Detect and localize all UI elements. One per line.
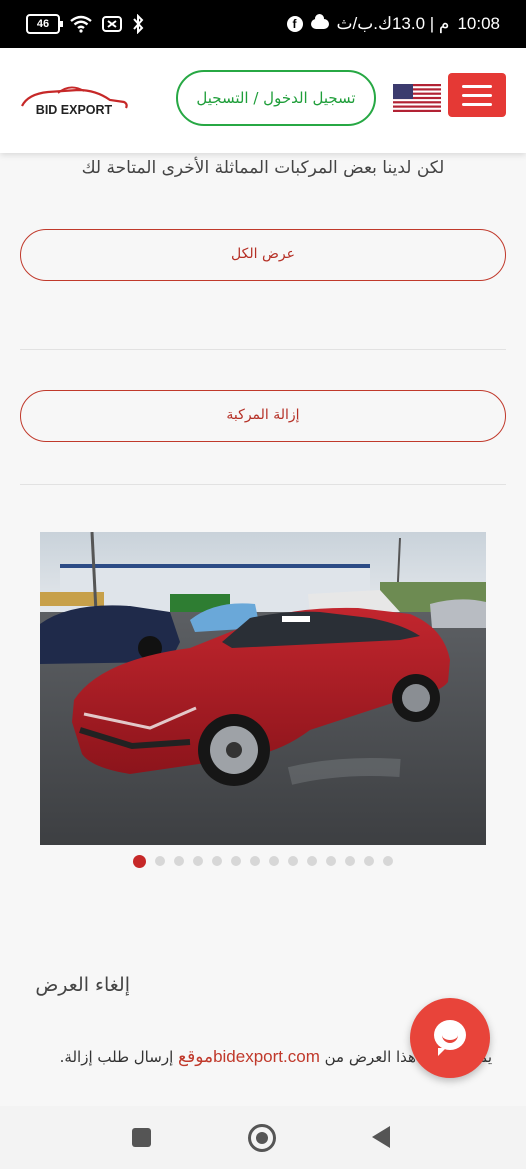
gallery-dot[interactable] <box>174 856 184 866</box>
android-nav-bar <box>0 1106 526 1169</box>
gallery-dot[interactable] <box>307 856 317 866</box>
bid-export-logo[interactable]: BID EXPORT <box>18 84 130 124</box>
logo-text: BID EXPORT <box>36 103 113 117</box>
view-all-button[interactable]: عرض الكل <box>20 229 506 281</box>
network-speed: م | 13.0ك.ب/ث <box>336 14 450 33</box>
chat-button[interactable] <box>410 998 490 1078</box>
gallery-dot[interactable] <box>133 855 146 868</box>
status-right: f م | 13.0ك.ب/ث 10:08 <box>286 14 500 34</box>
chat-icon <box>434 1020 466 1056</box>
remove-vehicle-button[interactable]: إزالة المركبة <box>20 390 506 442</box>
gallery-dot[interactable] <box>193 856 203 866</box>
no-sim-icon <box>102 16 122 32</box>
cloud-icon <box>310 14 329 29</box>
gallery-dot[interactable] <box>288 856 298 866</box>
status-left: 46 <box>26 14 144 34</box>
clock: 10:08 <box>457 14 500 33</box>
gallery-dot[interactable] <box>269 856 279 866</box>
wifi-icon <box>70 15 92 33</box>
gallery-dot[interactable] <box>345 856 355 866</box>
battery-icon: 46 <box>26 14 63 34</box>
cancel-offer-title: إلغاء العرض <box>35 974 130 996</box>
gallery-dot[interactable] <box>250 856 260 866</box>
facebook-icon: f <box>286 16 303 32</box>
gallery-dot[interactable] <box>212 856 222 866</box>
similar-vehicles-notice: لكن لدينا بعض المركبات المماثلة الأخرى ا… <box>81 158 445 178</box>
login-register-button[interactable]: تسجيل الدخول / التسجيل <box>176 70 376 126</box>
status-bar: 46 f م | 13.0ك.ب/ث 10:08 <box>0 0 526 48</box>
gallery-dot[interactable] <box>383 856 393 866</box>
home-icon[interactable] <box>248 1124 276 1152</box>
divider <box>20 484 506 485</box>
gallery-dot[interactable] <box>231 856 241 866</box>
back-icon[interactable] <box>372 1126 390 1148</box>
divider <box>20 349 506 350</box>
site-header: BID EXPORT تسجيل الدخول / التسجيل <box>0 48 526 153</box>
hamburger-menu-icon[interactable] <box>448 73 506 117</box>
red-sedan-photo <box>40 532 486 845</box>
bidexport-link[interactable]: bidexport.com <box>213 1047 320 1066</box>
cancel-text-end: إرسال طلب إزالة. <box>59 1048 174 1066</box>
us-flag-icon[interactable] <box>393 84 441 112</box>
recent-apps-icon[interactable] <box>132 1128 151 1147</box>
gallery-dot[interactable] <box>364 856 374 866</box>
bluetooth-icon <box>133 14 144 34</box>
gallery-dots <box>0 855 526 868</box>
gallery-dot[interactable] <box>326 856 336 866</box>
vehicle-photo[interactable] <box>40 532 486 845</box>
site-word: موقع <box>178 1047 214 1066</box>
gallery-dot[interactable] <box>155 856 165 866</box>
